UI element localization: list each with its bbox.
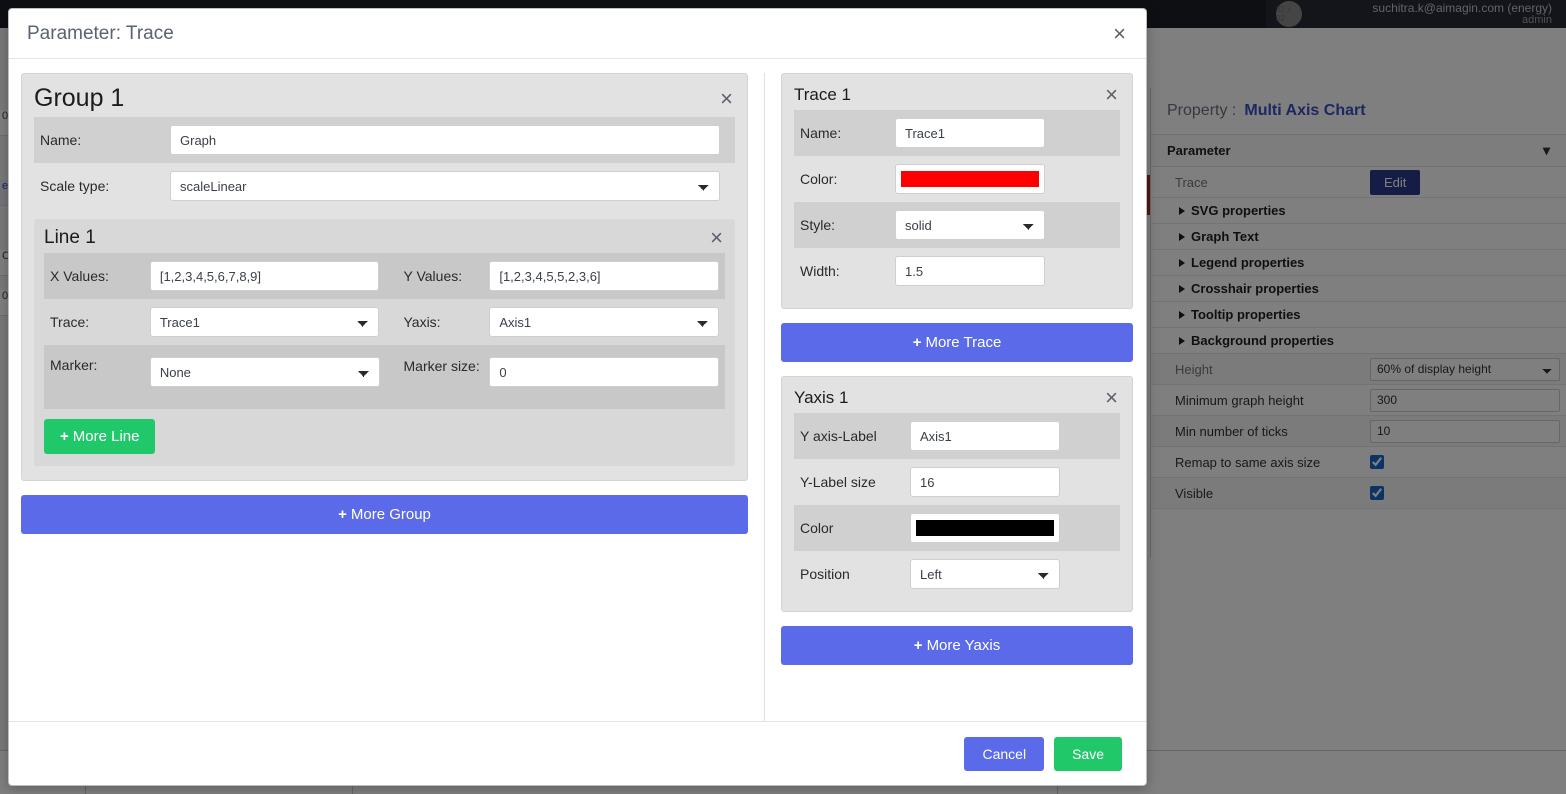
marker-select[interactable]: None: [149, 357, 380, 387]
line-yaxis-select[interactable]: Axis1: [489, 307, 719, 337]
yaxis-position-row: Position Left: [794, 551, 1120, 597]
trace-yaxis-column: Trace 1 × Name: Color: Style: soli: [765, 73, 1133, 721]
yaxis-1-header: Yaxis 1 ×: [794, 387, 1120, 409]
close-icon[interactable]: ×: [1111, 22, 1128, 45]
trace-1-close-icon[interactable]: ×: [1103, 84, 1120, 106]
trace-style-row: Style: solid: [794, 202, 1120, 248]
plus-icon: +: [338, 506, 347, 523]
line-yaxis-label: Yaxis:: [403, 314, 441, 330]
trace-1-header: Trace 1 ×: [794, 84, 1120, 106]
more-group-label: More Group: [350, 506, 431, 523]
group-name-row: Name:: [34, 117, 735, 163]
parameter-trace-modal: Parameter: Trace × Group 1 × Name: Scale…: [8, 8, 1147, 786]
plus-icon: +: [913, 637, 923, 654]
line-1-header: Line 1 ×: [44, 227, 725, 249]
trace-width-row: Width:: [794, 248, 1120, 294]
group-1-panel: Group 1 × Name: Scale type: scaleLinear: [21, 73, 748, 481]
yaxis-position-label: Position: [800, 566, 850, 582]
trace-1-panel: Trace 1 × Name: Color: Style: soli: [781, 73, 1133, 309]
marker-size-label: Marker size:: [403, 358, 480, 374]
y-values-input[interactable]: [489, 261, 719, 291]
trace-width-label: Width:: [800, 263, 840, 279]
trace-color-swatch: [901, 171, 1039, 187]
group-column: Group 1 × Name: Scale type: scaleLinear: [21, 73, 765, 721]
marker-size-input[interactable]: [489, 357, 719, 387]
more-trace-label: More Trace: [925, 334, 1002, 351]
group-1-header: Group 1 ×: [34, 84, 735, 113]
yaxis-1-close-icon[interactable]: ×: [1103, 387, 1120, 409]
line-1-title: Line 1: [44, 227, 96, 248]
trace-color-row: Color:: [794, 156, 1120, 202]
x-values-input[interactable]: [149, 261, 380, 291]
group-name-label: Name:: [40, 132, 82, 148]
trace-name-label: Name:: [800, 125, 842, 141]
yaxis-color-row: Color: [794, 505, 1120, 551]
plus-icon: +: [60, 428, 69, 445]
modal-body: Group 1 × Name: Scale type: scaleLinear: [9, 59, 1146, 721]
page-title: Parameter: Trace: [27, 22, 174, 44]
trace-color-picker[interactable]: [895, 164, 1045, 194]
trace-1-title: Trace 1: [794, 85, 852, 104]
more-line-button[interactable]: + More Line: [44, 419, 156, 454]
line-values-row: X Values: Y Values:: [44, 253, 725, 299]
save-button[interactable]: Save: [1054, 736, 1122, 771]
modal-footer: Cancel Save: [9, 721, 1146, 785]
y-values-label: Y Values:: [403, 268, 463, 284]
more-group-button[interactable]: + More Group: [21, 495, 748, 534]
yaxis-label-input[interactable]: [910, 421, 1060, 451]
line-1-close-icon[interactable]: ×: [708, 227, 725, 249]
line-trace-select[interactable]: Trace1: [149, 307, 380, 337]
yaxis-position-select[interactable]: Left: [910, 559, 1060, 589]
more-yaxis-button[interactable]: + More Yaxis: [781, 626, 1133, 665]
more-yaxis-label: More Yaxis: [926, 637, 1001, 654]
yaxis-color-label: Color: [800, 520, 834, 536]
group-scale-type-row: Scale type: scaleLinear: [34, 163, 735, 209]
trace-name-row: Name:: [794, 110, 1120, 156]
trace-style-select[interactable]: solid: [895, 210, 1045, 240]
yaxis-color-picker[interactable]: [910, 513, 1060, 543]
modal-header: Parameter: Trace ×: [9, 9, 1146, 59]
yaxis-label-row: Y axis-Label: [794, 413, 1120, 459]
trace-style-label: Style:: [800, 217, 836, 233]
group-name-input[interactable]: [170, 125, 720, 155]
trace-color-label: Color:: [800, 171, 838, 187]
line-trace-label: Trace:: [50, 314, 90, 330]
line-trace-yaxis-row: Trace: Trace1 Yaxis: Axis1: [44, 299, 725, 345]
trace-width-input[interactable]: [895, 256, 1045, 286]
yaxis-1-panel: Yaxis 1 × Y axis-Label Y-Label size Colo…: [781, 376, 1133, 612]
x-values-label: X Values:: [50, 268, 109, 284]
yaxis-size-input[interactable]: [910, 467, 1060, 497]
yaxis-label-label: Y axis-Label: [800, 428, 877, 444]
yaxis-size-label: Y-Label size: [800, 474, 876, 490]
yaxis-color-swatch: [916, 520, 1054, 536]
cancel-button[interactable]: Cancel: [964, 736, 1045, 771]
yaxis-size-row: Y-Label size: [794, 459, 1120, 505]
group-scale-type-label: Scale type:: [40, 178, 110, 194]
plus-icon: +: [912, 334, 922, 351]
yaxis-1-title: Yaxis 1: [794, 388, 849, 407]
group-1-close-icon[interactable]: ×: [718, 87, 735, 110]
group-scale-type-select[interactable]: scaleLinear: [170, 171, 720, 201]
marker-label: Marker:: [50, 357, 98, 373]
trace-name-input[interactable]: [895, 118, 1045, 148]
line-marker-row: Marker: None Marker size:: [44, 345, 725, 409]
more-trace-button[interactable]: + More Trace: [781, 323, 1133, 362]
group-1-title: Group 1: [34, 84, 125, 112]
line-1-panel: Line 1 × X Values: Y Values: Trace: Trac…: [34, 219, 735, 466]
more-line-label: More Line: [72, 428, 140, 445]
